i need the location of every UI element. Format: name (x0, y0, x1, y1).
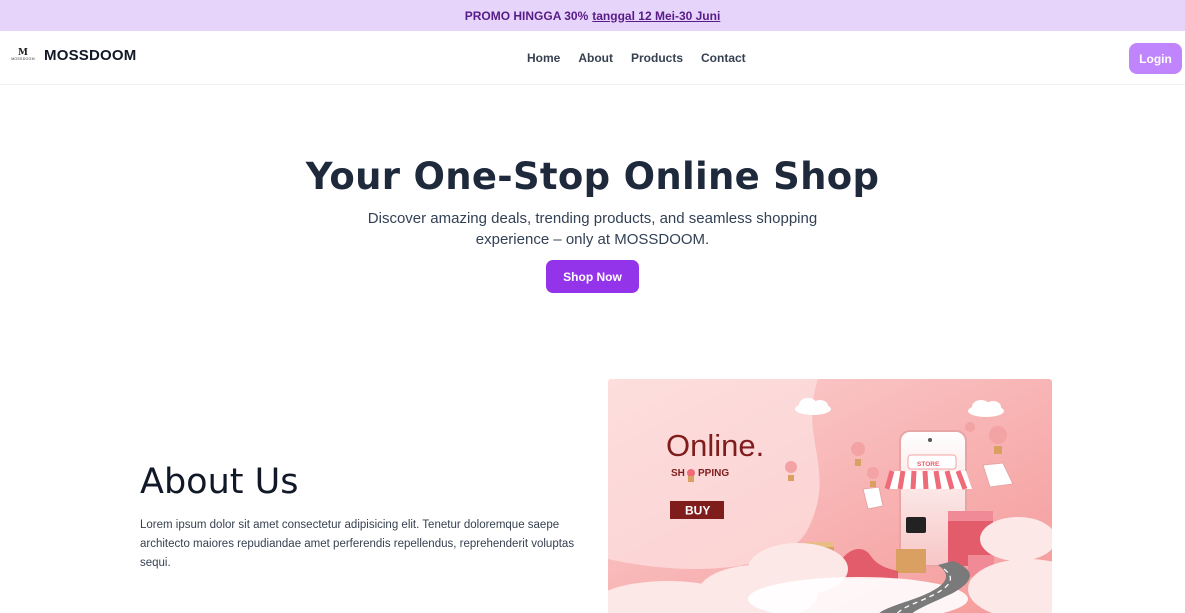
about-title: About Us (140, 462, 299, 502)
illustration-svg: Online. SH PPING BUY STORE (608, 379, 1052, 613)
illustration-sub-before: SH (671, 468, 685, 479)
brand-name: MOSSDOOM (44, 47, 137, 64)
logo-text: MOSSDOOM (11, 57, 35, 61)
logo-mark: M (18, 48, 28, 58)
illustration-headline: Online. (666, 428, 764, 463)
promo-date-link[interactable]: tanggal 12 Mei-30 Juni (592, 9, 720, 23)
promo-banner: PROMO HINGGA 30% tanggal 12 Mei-30 Juni (0, 0, 1185, 31)
nav-about[interactable]: About (578, 51, 613, 65)
hero-section: Your One-Stop Online Shop Discover amazi… (0, 155, 1185, 293)
navbar: M MOSSDOOM MOSSDOOM Home About Products … (0, 31, 1185, 85)
nav-contact[interactable]: Contact (701, 51, 746, 65)
promo-text: PROMO HINGGA 30% (464, 8, 589, 23)
shop-now-button[interactable]: Shop Now (546, 260, 639, 293)
login-button[interactable]: Login (1129, 43, 1182, 74)
online-shopping-illustration: Online. SH PPING BUY STORE (608, 379, 1052, 613)
illustration-sub-after: PPING (698, 468, 729, 479)
nav-home[interactable]: Home (527, 51, 560, 65)
illustration-store: STORE (917, 461, 940, 468)
nav-products[interactable]: Products (631, 51, 683, 65)
hero-subtitle: Discover amazing deals, trending product… (367, 210, 818, 248)
about-section: About Us Lorem ipsum dolor sit amet cons… (140, 462, 590, 573)
illustration-buy: BUY (685, 504, 710, 518)
about-body: Lorem ipsum dolor sit amet consectetur a… (140, 519, 575, 569)
hero-title: Your One-Stop Online Shop (305, 155, 880, 198)
nav-links: Home About Products Contact (527, 51, 746, 65)
brand[interactable]: M MOSSDOOM MOSSDOOM (8, 47, 136, 64)
brand-logo-icon: M MOSSDOOM (8, 49, 38, 63)
